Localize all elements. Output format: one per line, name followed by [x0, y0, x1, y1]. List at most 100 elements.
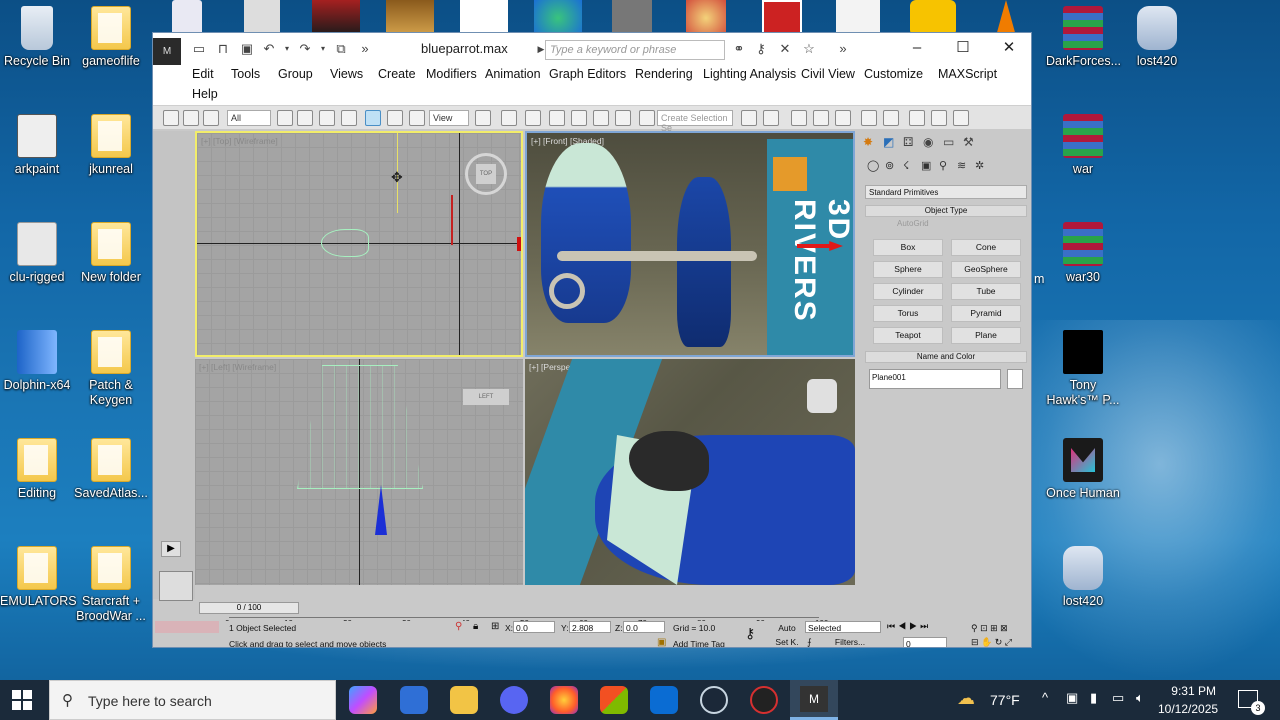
desktop-icon-partial[interactable] — [244, 0, 280, 36]
geosphere-button[interactable]: GeoSphere — [951, 261, 1021, 278]
viewcube-perspective[interactable] — [807, 379, 837, 413]
project-folder-icon[interactable]: ⧉ — [333, 42, 349, 56]
toggle-scene-explorer-icon[interactable] — [791, 110, 807, 126]
desktop-icon-recycle-bin[interactable]: Recycle Bin — [0, 6, 74, 69]
select-by-name-icon[interactable] — [297, 110, 313, 126]
desktop-icon-emulators[interactable]: EMULATORS — [0, 546, 77, 609]
add-time-tag[interactable]: Add Time Tag — [673, 639, 725, 647]
redo-icon[interactable]: ↷ — [297, 42, 313, 56]
viewport-layout-icon[interactable] — [159, 571, 193, 601]
select-and-rotate-icon[interactable] — [387, 110, 403, 126]
viewcube-left[interactable]: LEFT — [463, 389, 509, 405]
desktop-icon-war[interactable]: war — [1046, 114, 1120, 177]
menu-civil-view[interactable]: Civil View — [801, 67, 855, 81]
play-side-icon[interactable]: ▶ — [161, 541, 181, 557]
isolate-selection-icon[interactable]: ⚲ — [455, 621, 462, 632]
menu-lighting-analysis[interactable]: Lighting Analysis — [703, 67, 796, 81]
select-and-move-icon[interactable] — [365, 110, 381, 126]
object-name-input[interactable]: Plane001 — [869, 369, 1001, 389]
schematic-view-icon[interactable] — [883, 110, 899, 126]
search-input[interactable]: Type a keyword or phrase — [545, 40, 725, 60]
maximize-button[interactable]: ☐ — [953, 39, 973, 57]
desktop-icon-partial[interactable] — [312, 0, 360, 36]
microsoft-store-icon[interactable] — [600, 686, 628, 714]
lights-icon[interactable]: ☇ — [903, 159, 909, 172]
menu-rendering[interactable]: Rendering — [635, 67, 693, 81]
close-button[interactable]: ✕ — [999, 39, 1019, 57]
desktop-icon-partial[interactable] — [686, 0, 726, 36]
viewport-top[interactable]: [+] [Top] [Wireframe] TOP ✥ — [195, 131, 523, 357]
desktop-icon-partial[interactable] — [836, 0, 880, 36]
desktop-icon-partial[interactable] — [172, 0, 202, 36]
weather-temp[interactable]: 77°F — [990, 692, 1020, 708]
desktop-icon-partial[interactable] — [762, 0, 802, 36]
desktop-icon-starcraft[interactable]: Starcraft + BroodWar ... — [74, 546, 148, 624]
selection-region-icon[interactable] — [319, 110, 335, 126]
viewport-left[interactable]: [+] [Left] [Wireframe] LEFT — [195, 359, 523, 585]
save-icon[interactable]: ▣ — [239, 42, 255, 56]
keyboard-shortcut-icon[interactable] — [525, 110, 541, 126]
desktop-icon-dolphin[interactable]: Dolphin-x64 — [0, 330, 74, 393]
new-file-icon[interactable]: ▭ — [191, 42, 207, 56]
align-icon[interactable] — [763, 110, 779, 126]
snaps-toggle-icon[interactable] — [549, 110, 565, 126]
teapot-button[interactable]: Teapot — [873, 327, 943, 344]
set-key-icon[interactable]: ⚷ — [745, 625, 755, 642]
start-button[interactable] — [12, 690, 32, 710]
file-explorer-icon[interactable] — [450, 686, 478, 714]
menu-help[interactable]: Help — [192, 87, 218, 101]
time-slider-thumb[interactable]: 0 / 100 — [199, 602, 299, 614]
copilot-icon[interactable] — [349, 686, 377, 714]
key-mode-icon[interactable]: ⨍ — [807, 637, 812, 647]
binoculars-icon[interactable]: ⚭ — [731, 42, 747, 56]
systems-icon[interactable]: ✲ — [975, 159, 984, 172]
shapes-icon[interactable]: ⊚ — [885, 159, 894, 172]
desktop-icon-patch-keygen[interactable]: Patch & Keygen — [74, 330, 148, 408]
viewport-navigation-icons[interactable]: ⚲ ⊡ ⊞ ⊠ ⊟ ✋ ↻ ⤢ — [971, 621, 1031, 647]
desktop-icon-partial[interactable] — [910, 0, 956, 36]
select-object-icon[interactable] — [277, 110, 293, 126]
volume-icon[interactable]: 🔈︎ — [1136, 690, 1144, 706]
y-coordinate-input[interactable]: 2.808 — [569, 621, 611, 633]
firefox-icon[interactable] — [550, 686, 578, 714]
object-color-swatch[interactable] — [1007, 369, 1023, 389]
x-coordinate-input[interactable]: 0.0 — [513, 621, 555, 633]
render-setup-icon[interactable] — [931, 110, 947, 126]
clock-time[interactable]: 9:31 PM — [1168, 684, 1216, 698]
desktop-icon-arkpaint[interactable]: arkpaint — [0, 114, 74, 177]
geometry-icon[interactable]: ◯ — [867, 159, 879, 172]
undo-dropdown-icon[interactable]: ▾ — [279, 42, 295, 56]
hierarchy-tab-icon[interactable]: ⚃ — [903, 135, 913, 149]
space-warps-icon[interactable]: ≋ — [957, 159, 966, 172]
plane-button[interactable]: Plane — [951, 327, 1021, 344]
open-file-icon[interactable]: ⊓ — [215, 42, 231, 56]
mirror-icon[interactable] — [741, 110, 757, 126]
viewcube-top[interactable]: TOP — [465, 153, 507, 195]
menu-maxscript[interactable]: MAXScript — [938, 67, 997, 81]
desktop-icon-partial[interactable] — [534, 0, 582, 36]
category-dropdown[interactable]: Standard Primitives — [865, 185, 1027, 199]
pivot-center-icon[interactable] — [475, 110, 491, 126]
desktop-icon-partial[interactable] — [996, 0, 1016, 36]
menu-animation[interactable]: Animation — [485, 67, 541, 81]
desktop-icon-gameoflife[interactable]: gameoflife — [74, 6, 148, 69]
desktop-icon-partial[interactable] — [460, 0, 508, 36]
desktop-icon-war30[interactable]: war30 — [1046, 222, 1120, 285]
menu-create[interactable]: Create — [378, 67, 416, 81]
desktop-icon-new-folder[interactable]: New folder — [74, 222, 148, 285]
viewport-front[interactable]: [+] [Front] [Shaded] 3D RIVERS — [525, 131, 855, 357]
minimize-button[interactable]: – — [907, 39, 927, 57]
select-manipulate-icon[interactable] — [501, 110, 517, 126]
key-filter-dropdown[interactable]: Selected — [805, 621, 881, 633]
edit-named-selection-icon[interactable] — [639, 110, 655, 126]
reference-coordinate-dropdown[interactable]: View — [429, 110, 469, 126]
angle-snap-icon[interactable] — [571, 110, 587, 126]
more-help-icon[interactable]: » — [835, 42, 851, 56]
menu-customize[interactable]: Customize — [864, 67, 923, 81]
desktop-icon-lost420[interactable]: lost420 — [1120, 6, 1194, 69]
menu-graph-editors[interactable]: Graph Editors — [549, 67, 626, 81]
selection-filter-dropdown[interactable]: All — [227, 110, 271, 126]
desktop-icon-clu-rigged[interactable]: clu-rigged — [0, 222, 74, 285]
redo-dropdown-icon[interactable]: ▾ — [315, 42, 331, 56]
spinner-snap-icon[interactable] — [615, 110, 631, 126]
